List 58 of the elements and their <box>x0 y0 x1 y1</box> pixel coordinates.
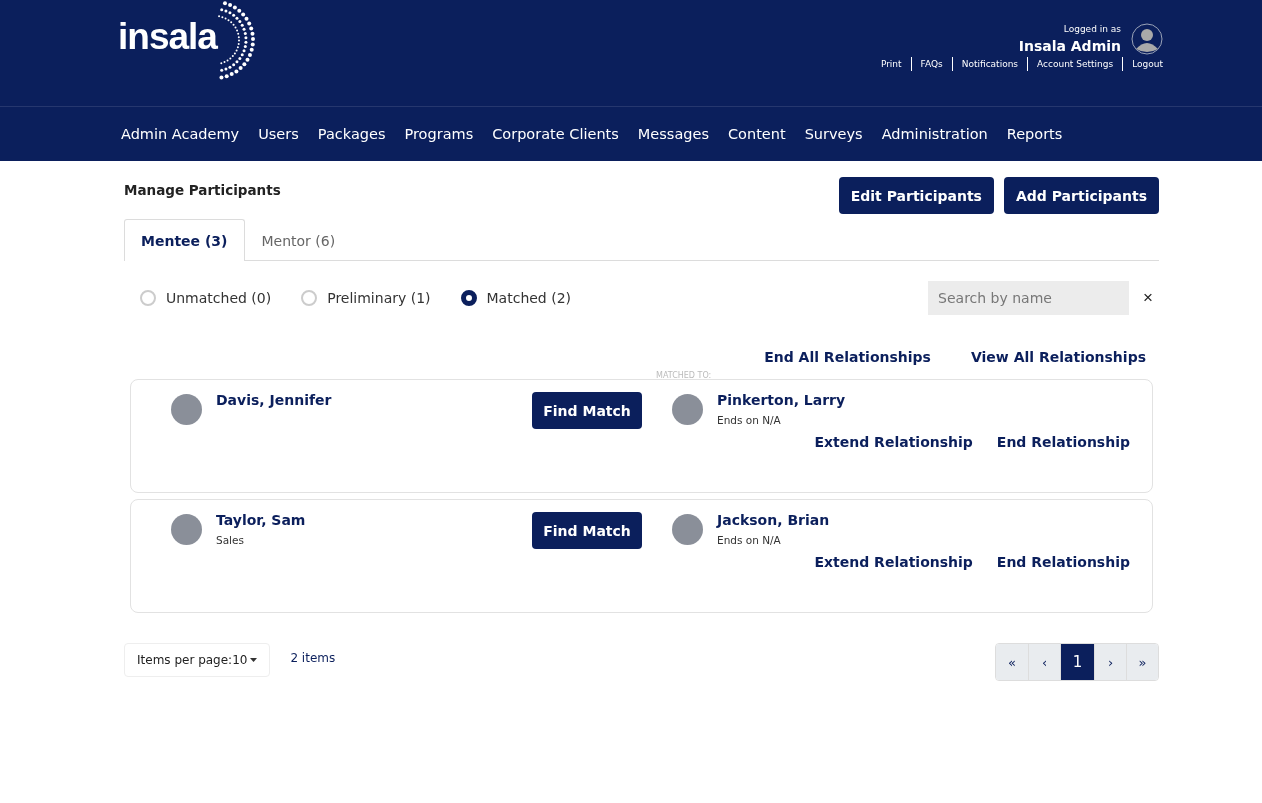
matched-to-label: MATCHED TO: <box>656 371 712 380</box>
header-link[interactable]: Notifications <box>951 57 1028 71</box>
page-button[interactable]: 1 <box>1060 644 1094 680</box>
relationship-link[interactable]: End Relationship <box>996 434 1130 450</box>
find-match-button[interactable]: Find Match <box>532 512 642 549</box>
avatar-placeholder <box>672 514 703 545</box>
primary-button[interactable]: Add Participants <box>1003 177 1159 214</box>
relationship-link[interactable]: Extend Relationship <box>814 434 973 450</box>
page-button[interactable]: « <box>996 644 1028 680</box>
logo-text: insala <box>118 16 217 58</box>
end-date-text: Ends on N/A <box>717 414 782 426</box>
nav-item[interactable]: Users <box>258 126 299 142</box>
primary-button[interactable]: Edit Participants <box>838 177 994 214</box>
header-link[interactable]: Logout <box>1122 57 1163 71</box>
avatar-placeholder <box>171 514 202 545</box>
nav-item[interactable]: Messages <box>637 126 709 142</box>
match-name[interactable]: Jackson, Brian <box>717 512 830 528</box>
participant-name[interactable]: Taylor, Sam <box>216 512 306 528</box>
header-link[interactable]: FAQs <box>910 57 952 71</box>
avatar-placeholder <box>672 394 703 425</box>
page-button[interactable]: » <box>1126 644 1158 680</box>
header-link[interactable]: Print <box>871 57 911 71</box>
nav-item[interactable]: Admin Academy <box>121 126 240 142</box>
page-button[interactable]: ‹ <box>1028 644 1060 680</box>
caret-icon <box>250 658 258 662</box>
page-title: Manage Participants <box>124 182 281 200</box>
header-link[interactable]: Account Settings <box>1027 57 1123 71</box>
clear-button[interactable]: × <box>1137 288 1159 308</box>
relationship-link[interactable]: End Relationship <box>996 554 1130 570</box>
find-match-button[interactable]: Find Match <box>532 392 642 429</box>
nav-item[interactable]: Administration <box>881 126 988 142</box>
radio-button[interactable] <box>460 290 477 306</box>
relationship-link[interactable]: Extend Relationship <box>814 554 973 570</box>
nav-item[interactable]: Surveys <box>804 126 863 142</box>
nav-item[interactable]: Content <box>727 126 786 142</box>
end-date-text: Ends on N/A <box>717 534 782 546</box>
items-per-page-dropdown[interactable]: Items per page:10 <box>124 643 271 677</box>
participant-name[interactable]: Davis, Jennifer <box>216 392 332 408</box>
department-text: Sales <box>216 534 245 546</box>
radio-label: Matched (2) <box>486 290 572 306</box>
item-count: 2 items <box>290 651 336 665</box>
nav-item[interactable]: Reports <box>1006 126 1063 142</box>
tab[interactable]: Mentor (6) <box>244 219 353 261</box>
search-field[interactable]: Search by name <box>928 281 1130 315</box>
logged-in-label: Logged in as <box>1063 24 1121 34</box>
nav-item[interactable]: Programs <box>404 126 474 142</box>
tab[interactable]: Mentee (3) <box>124 219 245 261</box>
avatar-placeholder <box>171 394 202 425</box>
page-button[interactable]: › <box>1094 644 1126 680</box>
action-link[interactable]: View All Relationships <box>970 349 1146 365</box>
user-name: Insala Admin <box>1018 38 1121 54</box>
action-link[interactable]: End All Relationships <box>764 349 931 365</box>
user-avatar-icon[interactable] <box>1131 23 1163 55</box>
radio-label: Unmatched (0) <box>166 290 272 306</box>
match-name[interactable]: Pinkerton, Larry <box>717 392 846 408</box>
nav-item[interactable]: Corporate Clients <box>492 126 619 142</box>
radio-label: Preliminary (1) <box>327 290 431 306</box>
nav-item[interactable]: Packages <box>317 126 386 142</box>
